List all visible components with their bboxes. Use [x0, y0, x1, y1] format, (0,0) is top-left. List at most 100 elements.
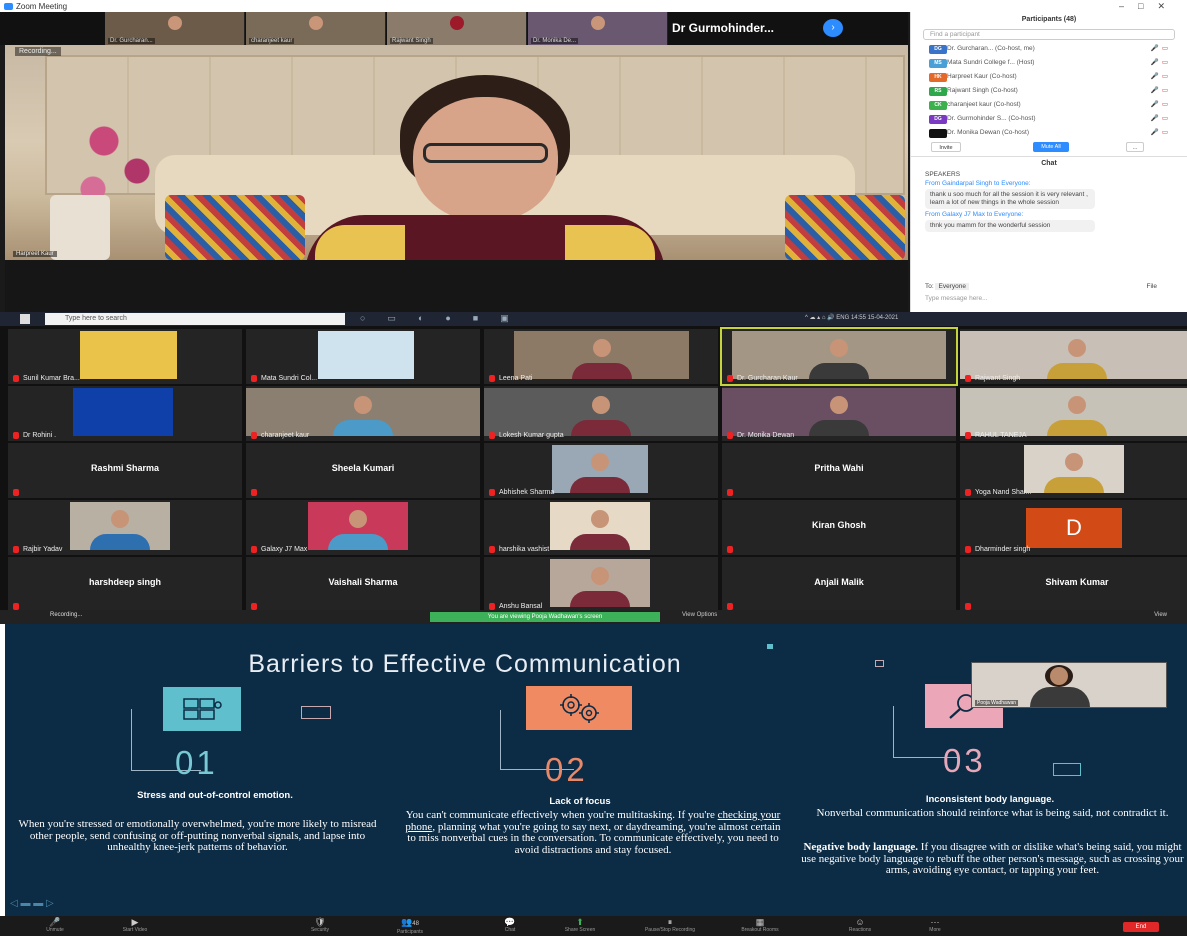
windows-start-icon[interactable]	[20, 314, 30, 324]
start-video-button[interactable]: ▶ Start Video	[100, 917, 170, 934]
more-icon: ⋯	[930, 917, 940, 927]
puzzle-icon	[163, 687, 241, 731]
gallery-tile[interactable]: charanjeet kaur	[246, 386, 480, 441]
breakout-rooms-button[interactable]: ▦ Breakout Rooms	[725, 917, 795, 934]
participant-row[interactable]: Dr. Monika Dewan (Co-host) 🎤▭	[911, 126, 1187, 140]
taskbar-search-input[interactable]: Type here to search	[45, 313, 345, 325]
shared-slide: Barriers to Effective Communication 01 S…	[5, 624, 1187, 916]
gallery-tile[interactable]: RAHUL TANEJA	[960, 386, 1187, 441]
gallery-tile[interactable]: Sunil Kumar Bra...	[8, 329, 242, 384]
chat-message-input[interactable]: Type message here...	[925, 295, 988, 302]
participant-avatar: MS	[929, 59, 947, 68]
presenter-video-thumbnail[interactable]: Pooja Wadhawan	[971, 662, 1167, 708]
gallery-tile[interactable]: Dr. Monika Dewan	[722, 386, 956, 441]
reactions-button[interactable]: ☺ Reactions	[825, 917, 895, 934]
gallery-tile[interactable]: harshika vashist	[484, 500, 718, 555]
mute-all-button[interactable]: Mute All	[1033, 142, 1069, 152]
participant-body	[1047, 363, 1107, 379]
gallery-tile[interactable]: Dr Rohini .	[8, 386, 242, 441]
participant-row[interactable]: RS Rajwant Singh (Co-host) 🎤▭	[911, 84, 1187, 98]
participant-video	[960, 388, 1187, 436]
video-thumbnail-strip: Dr. Gurcharan... charanjeet kaur Rajwant…	[0, 12, 908, 45]
participant-avatar: DG	[929, 115, 947, 124]
security-button[interactable]: 🛡 Security	[285, 917, 355, 934]
participants-button[interactable]: 👥48 Participants	[375, 917, 445, 936]
gallery-tile[interactable]: Rajwant Singh	[960, 329, 1187, 384]
participant-name: Dr. Gurmohinder S... (Co-host)	[947, 115, 1036, 122]
recording-indicator[interactable]: Recording...	[15, 47, 61, 56]
participant-row[interactable]: MS Mata Sundri College f... (Host) 🎤▭	[911, 56, 1187, 70]
screenshot-root: Zoom Meeting –□✕ Dr. Gurcharan... charan…	[0, 0, 1187, 936]
gallery-tile[interactable]: Shivam Kumar	[960, 557, 1187, 612]
mic-video-icons: 🎤▭	[1150, 101, 1171, 108]
strip-thumb[interactable]: Rajwant Singh	[387, 12, 527, 45]
participant-face	[308, 16, 323, 30]
gallery-tile[interactable]: Abhishek Sharma	[484, 443, 718, 498]
gallery-tile[interactable]: D Dharminder singh	[960, 500, 1187, 555]
strip-thumb[interactable]: charanjeet kaur	[246, 12, 386, 45]
gallery-tile[interactable]: Rajbir Yadav	[8, 500, 242, 555]
gallery-tile[interactable]: Leena Pati	[484, 329, 718, 384]
gallery-tile[interactable]: Dr. Gurcharan Kaur	[720, 327, 958, 386]
strip-thumb[interactable]: Dr. Gurcharan...	[105, 12, 245, 45]
participant-row[interactable]: DG Dr. Gurcharan... (Co-host, me) 🎤▭	[911, 42, 1187, 56]
gallery-tile[interactable]: Mata Sundri Col...	[246, 329, 480, 384]
gallery-tile[interactable]: Lokesh Kumar gupta	[484, 386, 718, 441]
unmute-button[interactable]: 🎤 Unmute	[20, 917, 90, 934]
gallery-tile[interactable]: harshdeep singh	[8, 557, 242, 612]
participant-video	[70, 502, 170, 550]
invite-button[interactable]: Invite	[931, 142, 961, 152]
participant-name-centered: Anjali Malik	[814, 577, 864, 587]
gallery-tile[interactable]: Kiran Ghosh	[722, 500, 956, 555]
gallery-tile[interactable]: Sheela Kumari	[246, 443, 480, 498]
gallery-tile[interactable]: Pritha Wahi	[722, 443, 956, 498]
avatar-letter-tile: D	[1026, 508, 1122, 548]
recording-status[interactable]: Recording...	[50, 612, 82, 618]
gears-svg	[560, 694, 599, 723]
muted-mic-icon	[251, 603, 257, 610]
view-options-dropdown[interactable]: View Options	[682, 612, 717, 618]
participants-header: Participants (48)	[1021, 16, 1077, 23]
participant-body	[333, 420, 393, 436]
muted-mic-icon	[13, 489, 19, 496]
gallery-tile[interactable]: Anshu Bansal	[484, 557, 718, 612]
next-page-arrow-icon[interactable]: ›	[823, 19, 843, 37]
more-options-button[interactable]: ...	[1126, 142, 1144, 152]
participant-row[interactable]: DG Dr. Gurmohinder S... (Co-host) 🎤▭	[911, 112, 1187, 126]
gallery-tile[interactable]: Anjali Malik	[722, 557, 956, 612]
chat-button[interactable]: 💬 Chat	[475, 917, 545, 934]
window-controls[interactable]: –□✕	[1119, 1, 1179, 12]
end-meeting-button[interactable]: End	[1123, 922, 1159, 932]
participant-name: Lokesh Kumar gupta	[499, 432, 564, 439]
taskbar-app-icons[interactable]: ○▭◐●■▣	[360, 313, 531, 324]
chat-file-button[interactable]: File	[1147, 283, 1157, 290]
gallery-tile[interactable]: Yoga Nand Shar...	[960, 443, 1187, 498]
gallery-tile[interactable]: Galaxy J7 Max	[246, 500, 480, 555]
slide-navigation[interactable]: ◁ ▬ ▬ ▷	[10, 898, 54, 909]
participant-body	[90, 534, 150, 550]
muted-mic-icon	[727, 546, 733, 553]
speaker-scarf	[315, 225, 405, 260]
participant-row[interactable]: CK charanjeet kaur (Co-host) 🎤▭	[911, 98, 1187, 112]
pause-stop-recording-button[interactable]: ⏸ Pause/Stop Recording	[635, 917, 705, 934]
muted-mic-icon	[13, 432, 19, 439]
participant-video	[732, 331, 946, 379]
start-video-icon: ▶	[131, 917, 139, 927]
participant-search-input[interactable]: Find a participant	[923, 29, 1175, 40]
chat-to-label: To:	[925, 283, 934, 290]
gallery-tile[interactable]: Rashmi Sharma	[8, 443, 242, 498]
participant-row[interactable]: HK Harpreet Kaur (Co-host) 🎤▭	[911, 70, 1187, 84]
more-button[interactable]: ⋯ More	[900, 917, 970, 934]
gallery-tile[interactable]: Vaishali Sharma	[246, 557, 480, 612]
chat-recipient-select[interactable]: To: Everyone	[925, 283, 969, 290]
security-icon: 🛡	[314, 917, 326, 927]
view-button[interactable]: View	[1154, 612, 1167, 618]
participant-name: Rajwant Singh (Co-host)	[947, 87, 1018, 94]
participant-video	[1024, 445, 1124, 493]
item-number: 02	[545, 751, 588, 788]
participant-list: DG Dr. Gurcharan... (Co-host, me) 🎤▭ MS Mat…	[911, 42, 1187, 140]
muted-mic-icon	[13, 603, 19, 610]
share-screen-button[interactable]: ⬆ Share Screen	[545, 917, 615, 934]
chat-to-value: Everyone	[935, 283, 969, 290]
strip-thumb[interactable]: Dr. Monika De...	[528, 12, 668, 45]
